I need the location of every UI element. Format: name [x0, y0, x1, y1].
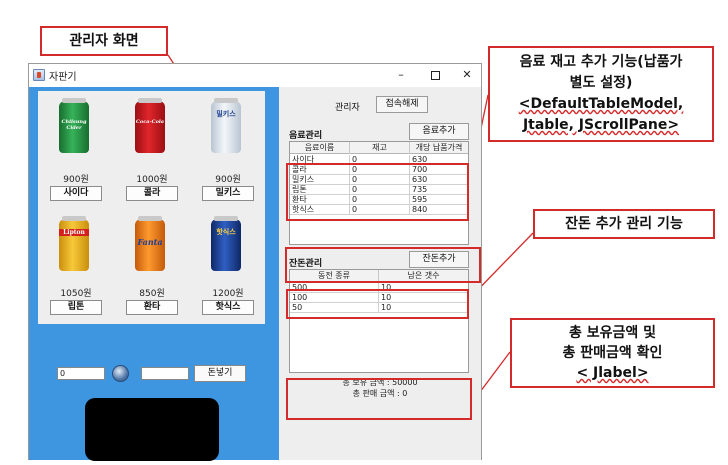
drink-col-price[interactable]: 개당 납품가격 [410, 142, 468, 154]
window-title: 자판기 [49, 72, 77, 83]
callout-totals-line3: < Jlabel> [576, 365, 649, 381]
buy-fanta-button[interactable]: 환타 [126, 300, 178, 315]
insert-money-button[interactable]: 돈넣기 [194, 365, 246, 382]
buy-cola-button[interactable]: 콜라 [126, 186, 178, 201]
drink-col-name[interactable]: 음료이름 [290, 142, 350, 154]
inserted-money-display[interactable]: 0 [57, 367, 105, 380]
hotsix-price: 1200원 [212, 289, 244, 299]
admin-label: 관리자 [335, 103, 360, 113]
callout-totals-line1: 총 보유금액 및 [568, 325, 657, 341]
product-shelf: Chilsung Cider 900원 사이다 Coca-Cola 1000원 … [38, 91, 265, 324]
vending-machine-panel: Chilsung Cider 900원 사이다 Coca-Cola 1000원 … [29, 87, 279, 461]
callout-totals-check: 총 보유금액 및 총 판매금액 확인 < Jlabel> [510, 318, 715, 388]
add-drink-button[interactable]: 음료추가 [409, 123, 469, 140]
fanta-price: 850원 [139, 289, 165, 299]
callout-drink-stock-line2: 별도 설정) [569, 75, 633, 91]
highlight-drink-table [286, 163, 469, 221]
milkis-can-label: 밀키스 [216, 109, 236, 118]
java-app-icon [33, 69, 45, 81]
buy-lipton-button[interactable]: 립톤 [50, 300, 102, 315]
hotsix-can-label: 핫식스 [216, 227, 236, 236]
callout-drink-stock-line4: Jtable, JScrollPane> [522, 117, 680, 133]
cider-can-label: Chilsung Cider [61, 119, 87, 131]
change-table[interactable]: 동전 종류 남은 갯수 500 10 100 10 50 10 [289, 269, 469, 373]
fanta-can-label: Fanta [137, 237, 163, 247]
cola-can-label: Coca-Cola [135, 119, 165, 125]
logout-button[interactable]: 접속해제 [376, 96, 428, 113]
close-button[interactable]: ✕ [455, 66, 479, 84]
cola-price: 1000원 [136, 175, 168, 185]
coin-slot-icon [112, 365, 129, 382]
product-dispenser[interactable] [85, 398, 219, 461]
callout-drink-stock-line1: 음료 재고 추가 기능(납품가 [519, 54, 683, 70]
highlight-change-rows [286, 289, 469, 319]
title-bar[interactable]: 자판기 – ✕ [29, 64, 481, 86]
callout-drink-stock-line3: <DefaultTableModel, [518, 96, 684, 112]
stage: 관리자 화면 음료 재고 추가 기능(납품가 별도 설정) <DefaultTa… [0, 0, 728, 465]
milkis-price: 900원 [215, 175, 241, 185]
cider-price: 900원 [63, 175, 89, 185]
buy-hotsix-button[interactable]: 핫식스 [202, 300, 254, 315]
maximize-button[interactable] [423, 66, 447, 84]
drink-table-header: 음료이름 재고 개당 납품가격 [290, 142, 468, 154]
drink-section-title: 음료관리 [289, 131, 323, 141]
callout-change-manage-text: 잔돈 추가 관리 기능 [565, 216, 683, 232]
minimize-button[interactable]: – [389, 66, 413, 84]
lipton-can-label: Lipton [59, 229, 89, 236]
buy-cider-button[interactable]: 사이다 [50, 186, 102, 201]
fanta-can-image: Fanta [135, 216, 165, 271]
highlight-change-header [285, 247, 481, 283]
callout-change-manage: 잔돈 추가 관리 기능 [533, 209, 715, 239]
milkis-can-image: 밀키스 [211, 98, 241, 153]
callout-admin-screen: 관리자 화면 [40, 26, 168, 56]
cider-can-image: Chilsung Cider [59, 98, 89, 153]
lipton-price: 1050원 [60, 289, 92, 299]
highlight-totals [286, 378, 472, 420]
hotsix-can-image: 핫식스 [211, 216, 241, 271]
drink-col-stock[interactable]: 재고 [350, 142, 410, 154]
cola-can-image: Coca-Cola [135, 98, 165, 153]
callout-drink-stock: 음료 재고 추가 기능(납품가 별도 설정) <DefaultTableMode… [488, 46, 714, 142]
callout-admin-screen-text: 관리자 화면 [69, 33, 139, 49]
maximize-icon [430, 70, 440, 80]
buy-milkis-button[interactable]: 밀키스 [202, 186, 254, 201]
lipton-can-image: Lipton [59, 216, 89, 271]
callout-totals-line2: 총 판매금액 확인 [562, 345, 663, 361]
money-amount-input[interactable] [141, 367, 189, 380]
